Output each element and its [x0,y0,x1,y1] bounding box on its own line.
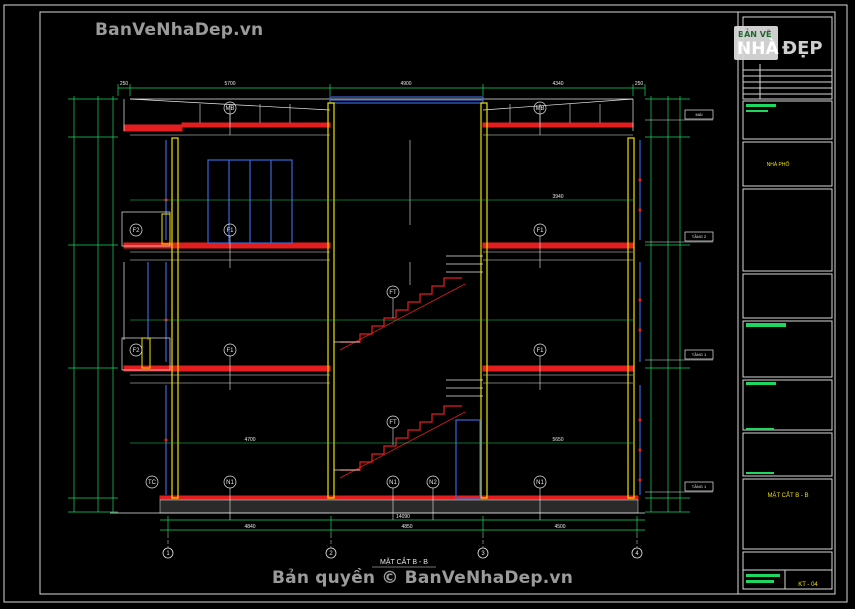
dim-span-c: 4500 [554,524,565,530]
door-window-blue [207,159,481,499]
label-f1-1: F1 [226,228,234,234]
label-n1-2: N1 [389,480,397,486]
stair-lower [339,405,466,479]
label-ft-1: FT [389,290,397,296]
sheet-code: KT - 04 [798,582,818,588]
columns [171,102,635,499]
dim-span-a: 4840 [244,524,255,530]
top-dim-1: 250 [120,81,129,87]
label-n1-1: N1 [226,480,234,486]
top-dimension-texts: 250 5700 4900 4340 250 [120,81,644,87]
title-block-green-labels [746,104,786,583]
slab-undersides [130,134,633,384]
balcony-left [121,211,171,371]
level-tag-1a: TẦNG 1 [692,352,707,357]
label-ft-2: FT [389,420,397,426]
label-tc: TC [148,480,157,486]
watermark-bottom: Bản quyền © BanVeNhaDep.vn [272,568,574,588]
label-f2-1: F2 [132,228,140,234]
roof-beams-blue [329,96,484,104]
label-mb-2: MB [536,106,545,112]
top-dim-4: 4340 [552,81,563,87]
axis-2: 2 [329,551,333,557]
label-f1-4: F1 [536,348,544,354]
mid-dim-3: 3940 [552,194,563,200]
axis-4: 4 [635,551,639,557]
section-title: MẶT CẮT B - B [380,557,428,566]
grid-axis-lines [167,534,638,548]
stair-upper [339,277,466,351]
label-f1-3: F1 [226,348,234,354]
label-n2: N2 [429,480,437,486]
label-f1-2: F1 [536,228,544,234]
mid-dimension-lines [130,199,633,444]
top-dimension-chain [117,84,646,96]
label-leaders [229,114,541,520]
level-markers [645,109,714,493]
label-mb-1: MB [226,106,235,112]
top-dim-2: 5700 [224,81,235,87]
level-tag-1b: TẦNG 1 [692,484,707,489]
level-tag-2: TẦNG 2 [692,234,707,239]
label-f2-2: F2 [132,348,140,354]
label-n1-3: N1 [536,480,544,486]
mid-dim-1: 4700 [244,437,255,443]
top-dim-3: 4900 [400,81,411,87]
ground-hatch [110,499,645,514]
level-tag-roof: MÁI [695,112,702,117]
facade-dots [164,178,642,482]
cad-drawing-canvas: NHÀ PHỐ MẶT CẮT B - B KT - 04 250 5700 4… [3,4,848,603]
dim-span-b: 4850 [401,524,412,530]
grid-axis-bubbles [162,547,643,559]
sheet-title: MẶT CẮT B - B [767,491,808,499]
balcony-rail-yellow-2 [141,337,151,369]
axis-3: 3 [481,551,485,557]
floor-slabs [123,122,639,501]
top-dim-5: 250 [635,81,644,87]
axis-1: 1 [166,551,170,557]
title-block [737,12,833,594]
title-block-name: NHÀ PHỐ [767,161,790,168]
left-dimension-chain [68,96,118,513]
right-dimension-chain [645,96,690,513]
dim-overall: 14090 [396,514,410,520]
label-circles [129,101,547,489]
mid-dim-2: 5650 [552,437,563,443]
